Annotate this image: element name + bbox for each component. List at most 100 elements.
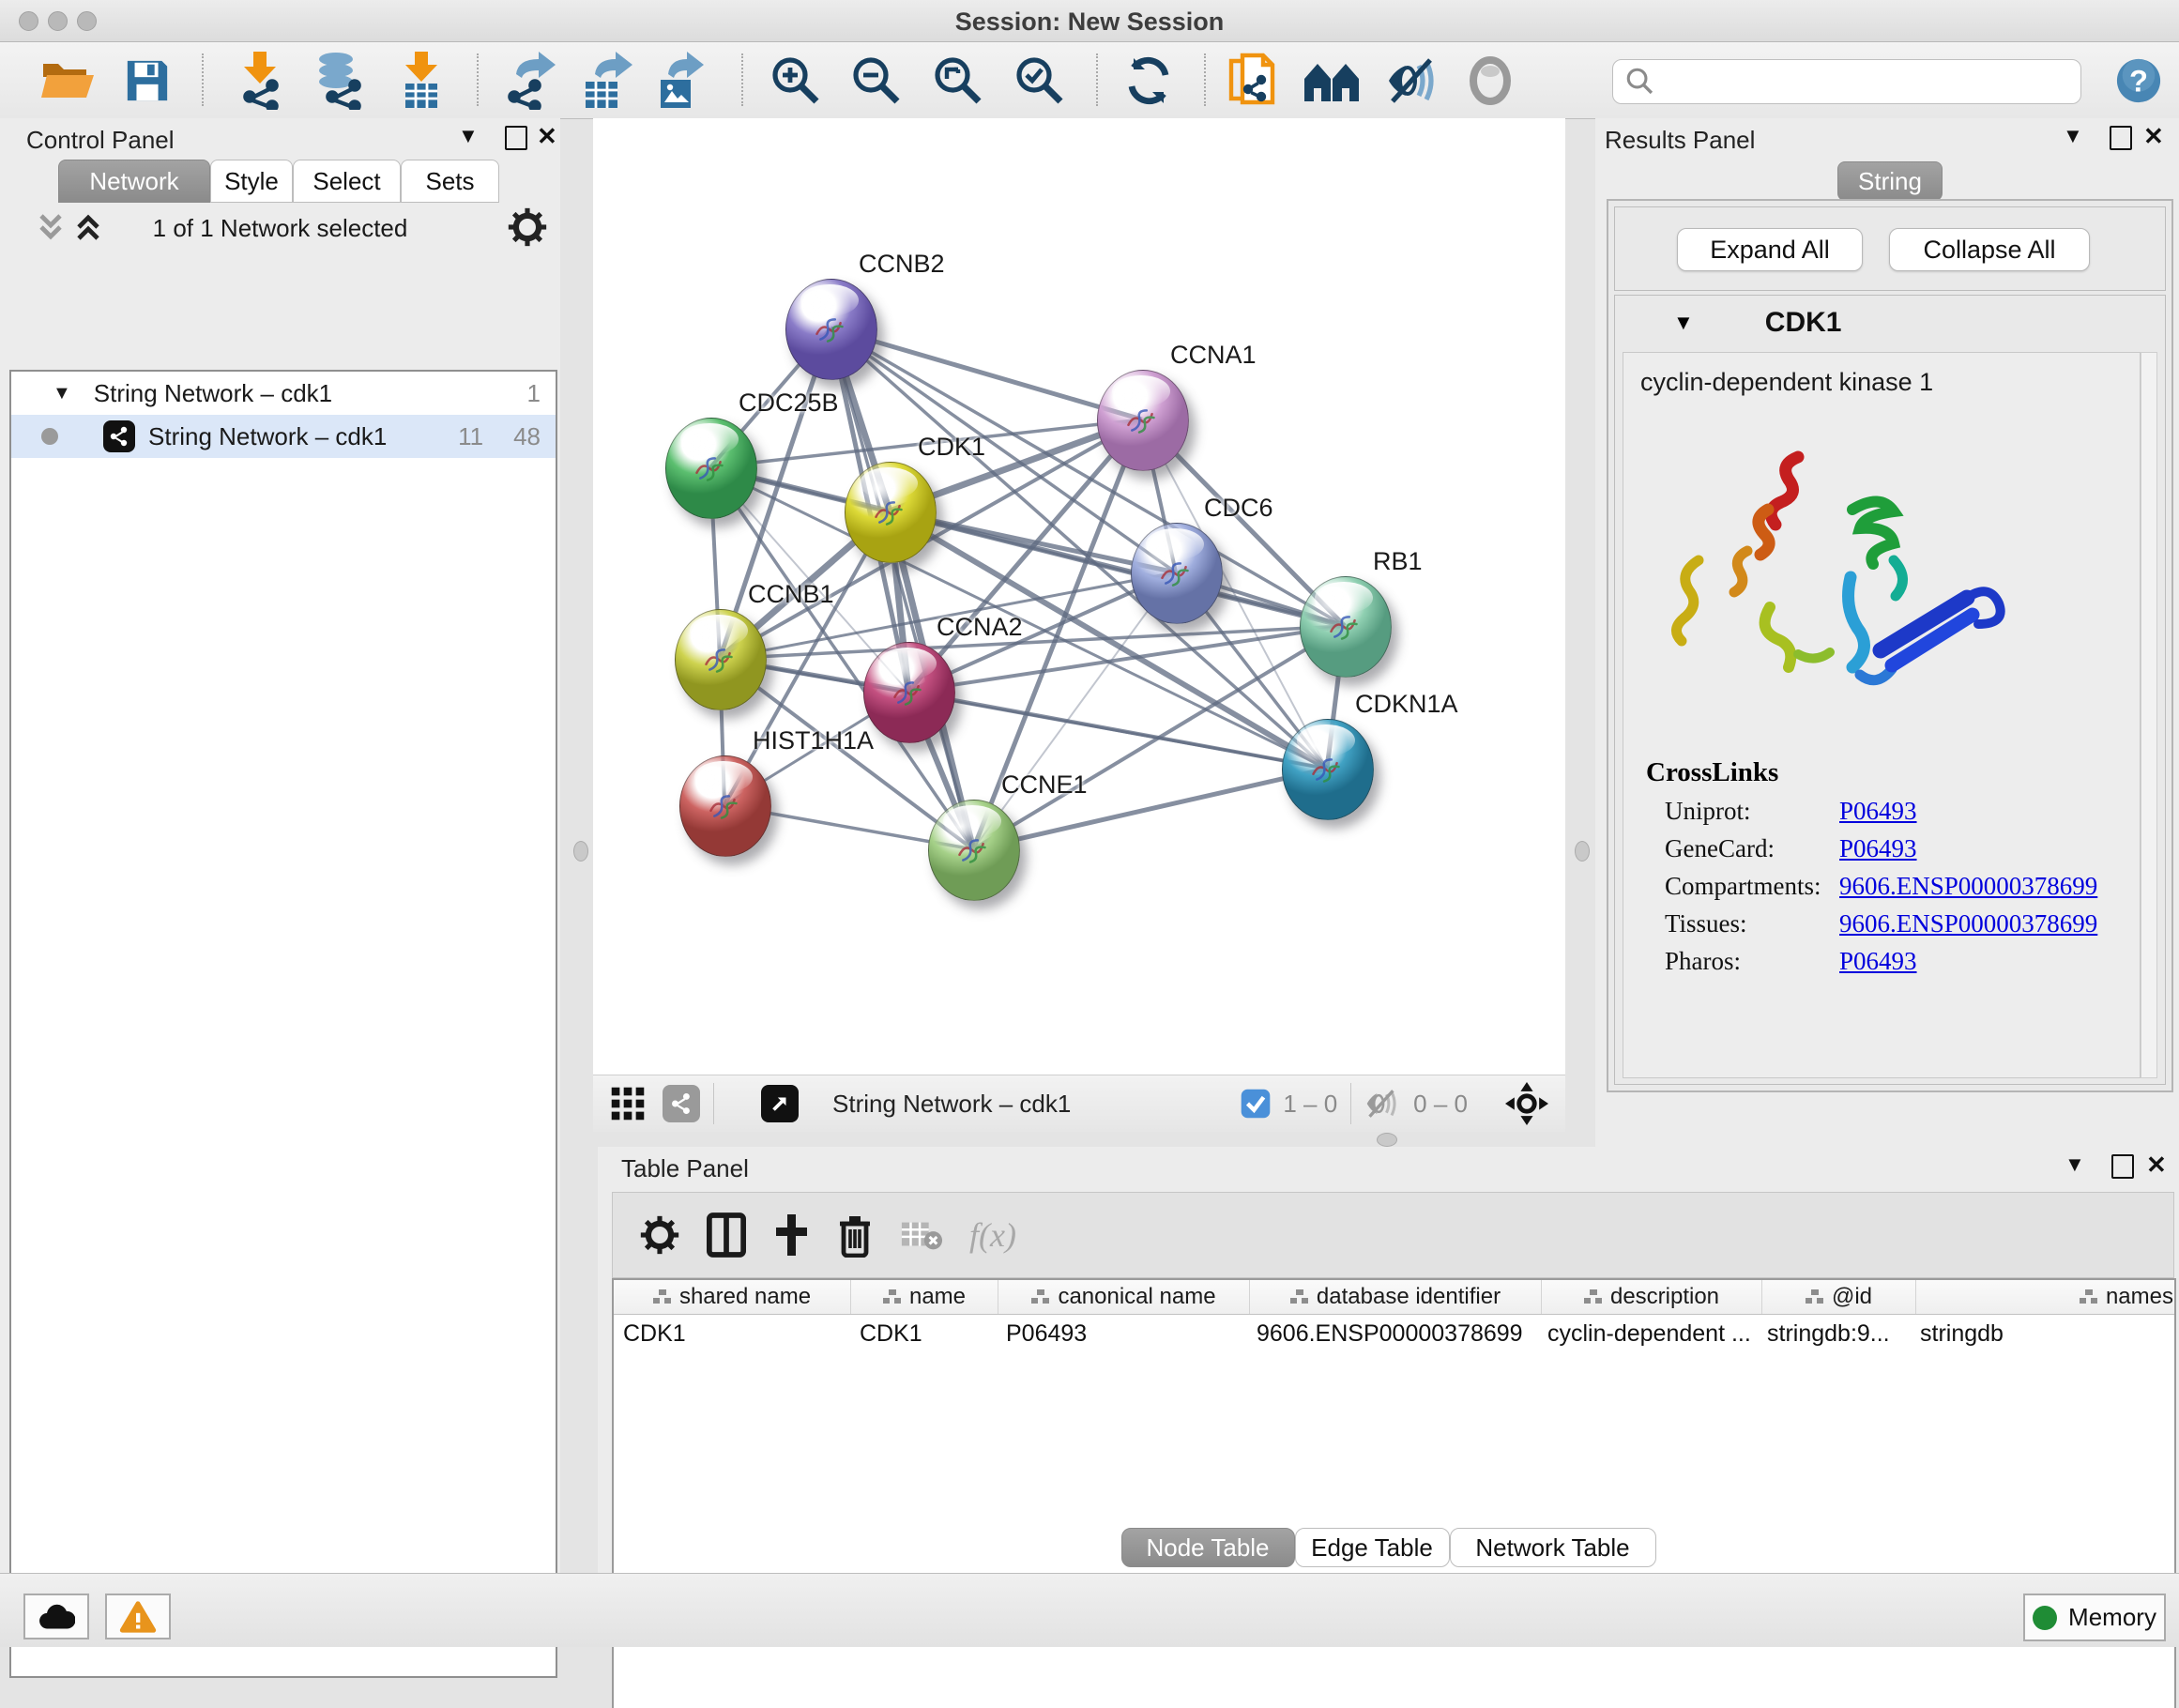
- table-cell[interactable]: CDK1: [850, 1315, 997, 1352]
- network-node-RB1[interactable]: [1300, 576, 1392, 678]
- show-columns-icon[interactable]: [707, 1212, 746, 1258]
- tab-sets[interactable]: Sets: [401, 160, 499, 203]
- export-image-icon[interactable]: [655, 52, 704, 110]
- network-item-row[interactable]: String Network – cdk1 11 48: [11, 415, 556, 458]
- table-cell[interactable]: CDK1: [614, 1315, 850, 1352]
- network-edge[interactable]: [830, 328, 1142, 419]
- help-icon[interactable]: ?: [2115, 57, 2162, 104]
- expand-all-button[interactable]: Expand All: [1677, 228, 1863, 271]
- tab-network[interactable]: Network: [58, 160, 210, 203]
- refresh-icon[interactable]: [1122, 54, 1175, 107]
- crosslink-value-link[interactable]: 9606.ENSP00000378699: [1839, 872, 2097, 901]
- import-network-file-icon[interactable]: [235, 52, 285, 110]
- right-splitter-handle[interactable]: [1575, 841, 1590, 862]
- column-header-shared-name[interactable]: shared name: [614, 1280, 851, 1314]
- control-panel-float-icon[interactable]: [505, 126, 527, 150]
- pan-crosshair-icon[interactable]: [1505, 1082, 1548, 1125]
- cloud-status-button[interactable]: [23, 1594, 89, 1639]
- network-canvas[interactable]: CCNB2CCNA1CDC25BCDK1CDC6RB1CCNB1CCNA2CDK…: [593, 118, 1565, 1075]
- grid-view-icon[interactable]: [610, 1086, 646, 1121]
- collection-expand-icon[interactable]: ▼: [53, 383, 71, 404]
- crosslink-value-link[interactable]: P06493: [1839, 797, 1917, 826]
- hidden-eye-slash-icon[interactable]: [1364, 1088, 1402, 1120]
- crosslink-value-link[interactable]: P06493: [1839, 834, 1917, 863]
- save-session-icon[interactable]: [124, 56, 171, 105]
- warning-status-button[interactable]: [105, 1594, 171, 1639]
- table-panel-collapse-icon[interactable]: ▼: [2065, 1152, 2085, 1177]
- network-node-CCNE1[interactable]: [928, 800, 1020, 901]
- table-row[interactable]: CDK1CDK1P064939606.ENSP00000378699cyclin…: [614, 1315, 2174, 1352]
- add-column-icon[interactable]: [772, 1212, 810, 1258]
- network-node-CCNA1[interactable]: [1097, 370, 1189, 471]
- crosslink-value-link[interactable]: 9606.ENSP00000378699: [1839, 909, 2097, 938]
- column-header-description[interactable]: description: [1542, 1280, 1762, 1314]
- column-header-canonical-name[interactable]: canonical name: [998, 1280, 1250, 1314]
- hide-panels-icon[interactable]: [1385, 54, 1440, 107]
- network-share-icon: [103, 420, 135, 452]
- results-panel-float-icon[interactable]: [2110, 126, 2132, 150]
- search-input[interactable]: [1662, 68, 2080, 96]
- zoom-selected-icon[interactable]: [1013, 54, 1066, 107]
- table-cell[interactable]: P06493: [997, 1315, 1247, 1352]
- show-all-panels-icon[interactable]: [1303, 56, 1361, 105]
- network-collection-row[interactable]: ▼ String Network – cdk1 1: [11, 372, 556, 415]
- memory-button[interactable]: Memory: [2023, 1594, 2166, 1641]
- column-header-database-identifier[interactable]: database identifier: [1250, 1280, 1542, 1314]
- network-node-CCNB2[interactable]: [785, 279, 877, 380]
- export-table-icon[interactable]: [580, 52, 632, 110]
- network-node-HIST1H1A[interactable]: [679, 755, 771, 857]
- column-header-name[interactable]: name: [851, 1280, 998, 1314]
- export-network-icon[interactable]: [505, 52, 557, 110]
- control-panel-collapse-icon[interactable]: ▼: [458, 124, 479, 148]
- network-node-CDC6[interactable]: [1131, 523, 1223, 624]
- tab-style[interactable]: Style: [210, 160, 293, 203]
- table-panel-close-icon[interactable]: ✕: [2146, 1151, 2167, 1180]
- column-header-namespace[interactable]: namespace: [1916, 1280, 2176, 1314]
- detach-view-icon[interactable]: [761, 1085, 799, 1122]
- network-options-gear-icon[interactable]: [507, 206, 548, 252]
- crosslink-value-link[interactable]: P06493: [1839, 947, 1917, 976]
- table-panel-float-icon[interactable]: [2111, 1154, 2134, 1179]
- function-builder-icon[interactable]: f(x): [969, 1215, 1016, 1255]
- open-session-icon[interactable]: [39, 56, 96, 105]
- table-cell[interactable]: 9606.ENSP00000378699: [1247, 1315, 1538, 1352]
- results-panel-close-icon[interactable]: ✕: [2143, 122, 2164, 151]
- zoom-in-icon[interactable]: [770, 54, 822, 107]
- network-node-CDC25B[interactable]: [665, 418, 757, 519]
- network-share-view-icon[interactable]: [663, 1085, 700, 1122]
- import-network-database-icon[interactable]: [310, 52, 368, 110]
- tab-edge-table[interactable]: Edge Table: [1295, 1528, 1450, 1567]
- column-header--id[interactable]: @id: [1762, 1280, 1916, 1314]
- table-options-gear-icon[interactable]: [639, 1214, 680, 1256]
- left-splitter-handle[interactable]: [573, 841, 588, 862]
- gene-section-header[interactable]: ▼ CDK1: [1615, 296, 2165, 350]
- control-panel-close-icon[interactable]: ✕: [537, 122, 557, 151]
- network-edge[interactable]: [890, 511, 1345, 626]
- network-node-CCNA2[interactable]: [863, 642, 955, 743]
- table-cell[interactable]: stringdb: [1911, 1315, 2176, 1352]
- table-cell[interactable]: stringdb:9...: [1758, 1315, 1911, 1352]
- tab-select[interactable]: Select: [293, 160, 401, 203]
- tab-node-table[interactable]: Node Table: [1121, 1528, 1295, 1567]
- table-cell[interactable]: cyclin-dependent ...: [1538, 1315, 1758, 1352]
- delete-table-icon[interactable]: [900, 1216, 943, 1254]
- tab-network-table[interactable]: Network Table: [1450, 1528, 1656, 1567]
- zoom-fit-icon[interactable]: [932, 54, 984, 107]
- collapse-all-button[interactable]: Collapse All: [1889, 228, 2090, 271]
- network-node-label: CDKN1A: [1355, 690, 1458, 719]
- network-node-CDKN1A[interactable]: [1282, 719, 1374, 820]
- import-table-file-icon[interactable]: [398, 52, 445, 110]
- gene-collapse-icon[interactable]: ▼: [1673, 311, 1694, 335]
- network-node-CDK1[interactable]: [845, 462, 937, 563]
- tab-string[interactable]: String: [1837, 161, 1943, 201]
- delete-column-icon[interactable]: [836, 1212, 874, 1258]
- selected-checkbox-icon[interactable]: [1240, 1088, 1272, 1120]
- results-scrollbar[interactable]: [2141, 352, 2157, 1078]
- copy-style-icon[interactable]: [1227, 52, 1282, 110]
- results-panel-collapse-icon[interactable]: ▼: [2063, 124, 2083, 148]
- bird-eye-view-icon[interactable]: [1466, 54, 1515, 107]
- bottom-splitter-handle[interactable]: [1377, 1133, 1397, 1147]
- toolbar-separator: [477, 53, 479, 106]
- zoom-out-icon[interactable]: [850, 54, 903, 107]
- network-node-CCNB1[interactable]: [675, 609, 767, 710]
